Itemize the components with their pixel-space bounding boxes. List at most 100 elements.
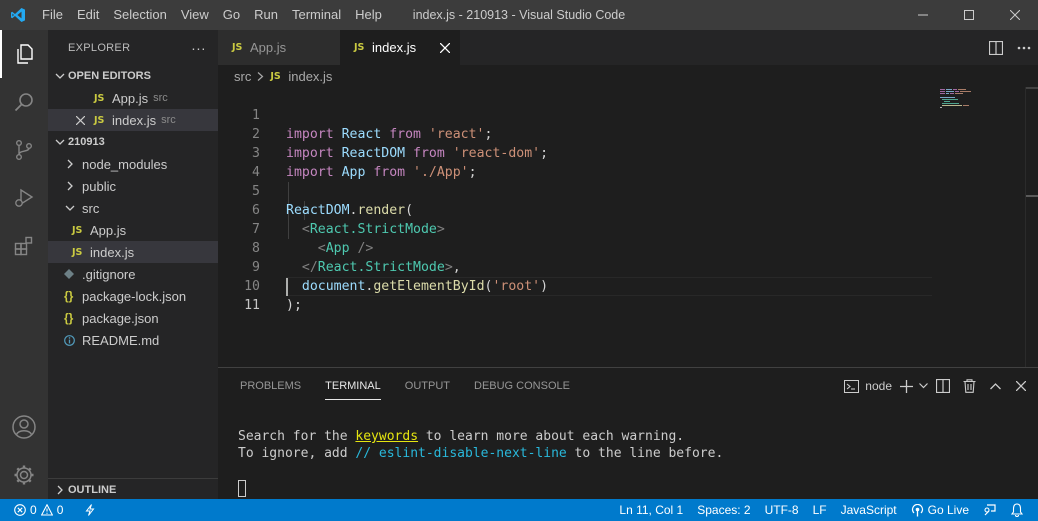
split-terminal-button[interactable] [930, 368, 956, 404]
tab-label: index.js [372, 40, 417, 55]
activity-extensions[interactable] [0, 222, 48, 270]
minimize-button[interactable] [900, 0, 946, 30]
split-terminal-icon [936, 379, 950, 393]
open-editor-name: index.js [112, 112, 157, 128]
activity-accounts[interactable] [0, 403, 48, 451]
kill-terminal-button[interactable] [956, 368, 982, 404]
text-caret [286, 278, 288, 296]
minimap[interactable] [938, 87, 1026, 367]
menu-help[interactable]: Help [348, 0, 389, 30]
code-line: 4 [218, 144, 1025, 180]
open-editors-label: OPEN EDITORS [68, 70, 151, 82]
tree-item-label: package.json [82, 310, 159, 326]
feedback-button[interactable] [976, 499, 1004, 521]
notifications-button[interactable] [1004, 499, 1030, 521]
open-editors-section[interactable]: OPEN EDITORS [48, 65, 218, 87]
activity-run-debug[interactable] [0, 174, 48, 222]
terminal-dropdown-button[interactable] [916, 368, 930, 404]
tree-folder-src[interactable]: src [48, 197, 218, 219]
split-editor-button[interactable] [982, 30, 1010, 65]
open-editor-item[interactable]: JS index.js src [48, 109, 218, 131]
activity-explorer[interactable] [0, 30, 48, 78]
tab-problems[interactable]: PROBLEMS [228, 368, 313, 404]
language-mode[interactable]: JavaScript [834, 499, 904, 521]
outline-label: OUTLINE [68, 483, 117, 496]
split-editor-icon [989, 40, 1003, 55]
explorer-more-button[interactable]: ··· [191, 40, 206, 56]
tab-terminal[interactable]: TERMINAL [313, 368, 393, 404]
tab-debug-console[interactable]: DEBUG CONSOLE [462, 368, 582, 404]
tree-folder-node-modules[interactable]: node_modules [48, 153, 218, 175]
terminal-cursor [238, 480, 246, 497]
explorer-sidebar: EXPLORER ··· OPEN EDITORS JS App.js src … [48, 30, 218, 499]
go-live-button[interactable]: Go Live [904, 499, 976, 521]
activity-search[interactable] [0, 78, 48, 126]
live-share-button[interactable] [78, 499, 102, 521]
error-count: 0 [30, 503, 37, 517]
terminal-text: // eslint-disable-next-line [355, 446, 567, 461]
minimize-icon [918, 14, 928, 16]
tree-file-index-js[interactable]: JS index.js [48, 241, 218, 263]
tree-folder-public[interactable]: public [48, 175, 218, 197]
run-debug-icon [15, 188, 34, 207]
activity-manage[interactable] [0, 451, 48, 499]
tree-file-app-js[interactable]: JS App.js [48, 219, 218, 241]
problems-status[interactable]: 0 0 [14, 499, 70, 521]
source-control-icon [15, 140, 32, 161]
activity-source-control[interactable] [0, 126, 48, 174]
menu-bar: File Edit Selection View Go Run Terminal… [35, 0, 389, 30]
search-icon [14, 93, 33, 112]
tab-close-button[interactable] [439, 41, 451, 56]
tab-index-js[interactable]: JS index.js [340, 30, 460, 65]
close-icon[interactable] [76, 115, 94, 125]
bell-icon [1011, 503, 1023, 517]
close-window-button[interactable] [992, 0, 1038, 30]
tree-file-gitignore[interactable]: .gitignore [48, 263, 218, 285]
maximize-button[interactable] [946, 0, 992, 30]
chevron-down-icon [52, 71, 68, 81]
project-section[interactable]: 210913 [48, 131, 218, 153]
eol-status[interactable]: LF [806, 499, 834, 521]
terminal-selector[interactable]: node [844, 379, 892, 393]
editor-scrollbar[interactable] [1025, 87, 1038, 367]
outline-section[interactable]: OUTLINE [48, 478, 218, 500]
terminal-output[interactable]: Search for the keywords to learn more ab… [238, 428, 723, 462]
tree-file-package[interactable]: {} package.json [48, 307, 218, 329]
trash-icon [963, 379, 975, 393]
code-line: 2 import ReactDOM from 'react-dom'; [218, 106, 1025, 161]
code-editor[interactable]: 1 import React from 'react'; 2 import Re… [218, 87, 1025, 367]
menu-file[interactable]: File [35, 0, 70, 30]
menu-edit[interactable]: Edit [70, 0, 106, 30]
extensions-icon [14, 236, 33, 256]
more-actions-button[interactable] [1010, 30, 1038, 65]
code-line: 6 <React.StrictMode> [218, 182, 1025, 237]
explorer-header: EXPLORER ··· [48, 30, 218, 65]
menu-go[interactable]: Go [216, 0, 247, 30]
menu-selection[interactable]: Selection [106, 0, 173, 30]
menu-view[interactable]: View [174, 0, 216, 30]
panel-actions: node [844, 368, 1034, 404]
code-line: 9 document.getElementById('root') [218, 239, 1025, 294]
close-panel-button[interactable] [1008, 368, 1034, 404]
new-terminal-button[interactable] [896, 368, 916, 404]
encoding-status[interactable]: UTF-8 [758, 499, 806, 521]
code-line: 10 ); [218, 258, 1025, 313]
tree-file-package-lock[interactable]: {} package-lock.json [48, 285, 218, 307]
maximize-icon [964, 10, 974, 20]
maximize-panel-button[interactable] [982, 368, 1008, 404]
go-live-label: Go Live [927, 503, 969, 517]
breadcrumb-folder[interactable]: src [234, 69, 251, 84]
terminal-line: Search for the keywords to learn more ab… [238, 428, 723, 445]
menu-run[interactable]: Run [247, 0, 285, 30]
tree-file-readme[interactable]: README.md [48, 329, 218, 351]
menu-terminal[interactable]: Terminal [285, 0, 348, 30]
breadcrumb-file[interactable]: index.js [288, 69, 332, 84]
terminal-link[interactable]: keywords [355, 429, 418, 444]
open-editor-item[interactable]: JS App.js src [48, 87, 218, 109]
cursor-position[interactable]: Ln 11, Col 1 [612, 499, 690, 521]
tab-output[interactable]: OUTPUT [393, 368, 462, 404]
account-icon [12, 415, 36, 439]
tab-app-js[interactable]: JS App.js [218, 30, 340, 65]
indentation-status[interactable]: Spaces: 2 [690, 499, 757, 521]
breadcrumb: src JS index.js [218, 65, 1038, 87]
